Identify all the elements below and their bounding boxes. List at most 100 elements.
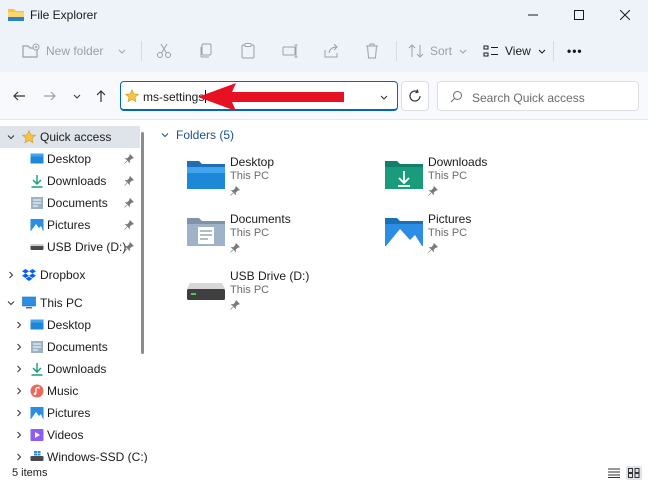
view-button[interactable]: View (483, 40, 547, 62)
address-bar[interactable]: ms-settings (120, 81, 398, 111)
sidebar-item-qa-desktop[interactable]: Desktop (0, 148, 140, 170)
cut-button[interactable] (156, 40, 172, 62)
sidebar-item-qa-pictures[interactable]: Pictures (0, 214, 140, 236)
pin-icon (428, 243, 438, 253)
refresh-button[interactable] (401, 81, 429, 111)
chevron-right-icon[interactable] (14, 386, 24, 396)
folder-location: This PC (428, 227, 468, 239)
usb-drive-icon (187, 283, 225, 300)
sort-button[interactable]: Sort (408, 40, 468, 62)
chevron-down-icon[interactable] (6, 132, 16, 142)
paste-button[interactable] (240, 40, 256, 62)
star-icon (125, 89, 139, 103)
chevron-down-icon (538, 49, 546, 54)
folder-name: USB Drive (D:) (230, 269, 310, 283)
share-icon (324, 43, 338, 58)
details-view-icon (608, 468, 620, 478)
copy-icon (200, 43, 212, 58)
status-bar: 5 items (0, 463, 648, 484)
chevron-down-icon[interactable] (379, 92, 389, 102)
folder-location: This PC (230, 227, 270, 239)
chevron-right-icon[interactable] (14, 320, 24, 330)
sidebar-item-qa-downloads[interactable]: Downloads (0, 170, 140, 192)
sidebar-item-pc-pictures[interactable]: Pictures (0, 402, 140, 424)
chevron-down-icon[interactable] (6, 298, 16, 308)
pin-icon (124, 176, 134, 186)
search-box[interactable]: Search Quick access (437, 81, 639, 111)
downloads-folder-icon (385, 161, 423, 189)
copy-button[interactable] (198, 40, 214, 62)
star-icon (22, 130, 36, 144)
folder-name: Downloads (428, 155, 488, 169)
up-button[interactable] (90, 85, 112, 107)
delete-button[interactable] (364, 40, 380, 62)
folder-name: Documents (230, 212, 291, 226)
sidebar-scrollbar[interactable] (141, 132, 144, 354)
sidebar-item-dropbox[interactable]: Dropbox (0, 264, 140, 286)
recent-locations-button[interactable] (66, 85, 88, 107)
new-folder-button[interactable]: New folder (22, 40, 127, 62)
arrow-right-icon (44, 91, 56, 101)
chevron-right-icon[interactable] (14, 452, 24, 462)
desktop-folder-icon (187, 161, 225, 189)
folder-tile-desktop[interactable]: Desktop This PC (186, 153, 376, 203)
paste-icon (241, 43, 255, 59)
sidebar-item-label: Downloads (47, 362, 107, 376)
content-pane: Folders (5) Desktop This PC Downloads Th… (150, 121, 648, 463)
chevron-down-icon (161, 133, 169, 138)
sidebar-item-pc-music[interactable]: Music (0, 380, 140, 402)
details-view-button[interactable] (606, 466, 622, 480)
sidebar-item-label: Music (47, 384, 79, 398)
chevron-right-icon[interactable] (14, 408, 24, 418)
sidebar-item-pc-windows-ssd[interactable]: Windows-SSD (C:) (0, 446, 148, 463)
music-icon (30, 384, 44, 398)
folder-tile-pictures[interactable]: Pictures This PC (384, 210, 574, 260)
chevron-down-icon (459, 49, 467, 54)
arrow-up-icon (96, 90, 106, 102)
sidebar-item-this-pc[interactable]: This PC (0, 292, 140, 314)
sidebar-item-pc-documents[interactable]: Documents (0, 336, 140, 358)
tiles-view-button[interactable] (626, 466, 642, 480)
folder-tile-documents[interactable]: Documents This PC (186, 210, 376, 260)
more-options-button[interactable]: ••• (567, 40, 583, 62)
folders-group-header[interactable]: Folders (5) (160, 128, 234, 142)
folder-name: Pictures (428, 212, 472, 226)
maximize-button[interactable] (556, 0, 602, 30)
search-icon (450, 91, 462, 103)
sidebar-item-qa-documents[interactable]: Documents (0, 192, 140, 214)
downloads-icon (31, 363, 43, 376)
back-button[interactable] (8, 85, 30, 107)
close-button[interactable] (602, 0, 648, 30)
sidebar-item-pc-desktop[interactable]: Desktop (0, 314, 140, 336)
address-input[interactable]: ms-settings (143, 90, 207, 104)
sidebar-item-pc-videos[interactable]: Videos (0, 424, 140, 446)
folder-location: This PC (230, 284, 270, 296)
pictures-icon (30, 219, 44, 231)
folder-tile-downloads[interactable]: Downloads This PC (384, 153, 574, 203)
search-input[interactable]: Search Quick access (472, 91, 585, 105)
sidebar-item-quick-access[interactable]: Quick access (0, 126, 140, 148)
item-count: 5 items (12, 467, 48, 479)
tiles-view-icon (628, 468, 640, 478)
chevron-right-icon[interactable] (14, 342, 24, 352)
rename-button[interactable] (282, 40, 298, 62)
pin-icon (230, 186, 240, 196)
sidebar-item-label: Pictures (47, 406, 91, 420)
downloads-icon (31, 175, 43, 188)
view-icon (483, 45, 498, 57)
chevron-right-icon[interactable] (6, 270, 16, 280)
forward-button[interactable] (39, 85, 61, 107)
system-drive-icon (30, 451, 44, 461)
command-bar: New folder Sort View ••• (0, 30, 648, 72)
chevron-right-icon[interactable] (14, 364, 24, 374)
new-folder-icon (22, 43, 40, 58)
file-explorer-icon (8, 9, 24, 21)
chevron-right-icon[interactable] (14, 430, 24, 440)
sidebar-item-qa-usb-drive[interactable]: USB Drive (D:) (0, 236, 140, 258)
minimize-button[interactable] (510, 0, 556, 30)
computer-icon (22, 296, 36, 309)
share-button[interactable] (323, 40, 339, 62)
folder-tile-usb-drive[interactable]: USB Drive (D:) This PC (186, 267, 376, 317)
dropbox-icon (22, 269, 36, 281)
sidebar-item-pc-downloads[interactable]: Downloads (0, 358, 140, 380)
